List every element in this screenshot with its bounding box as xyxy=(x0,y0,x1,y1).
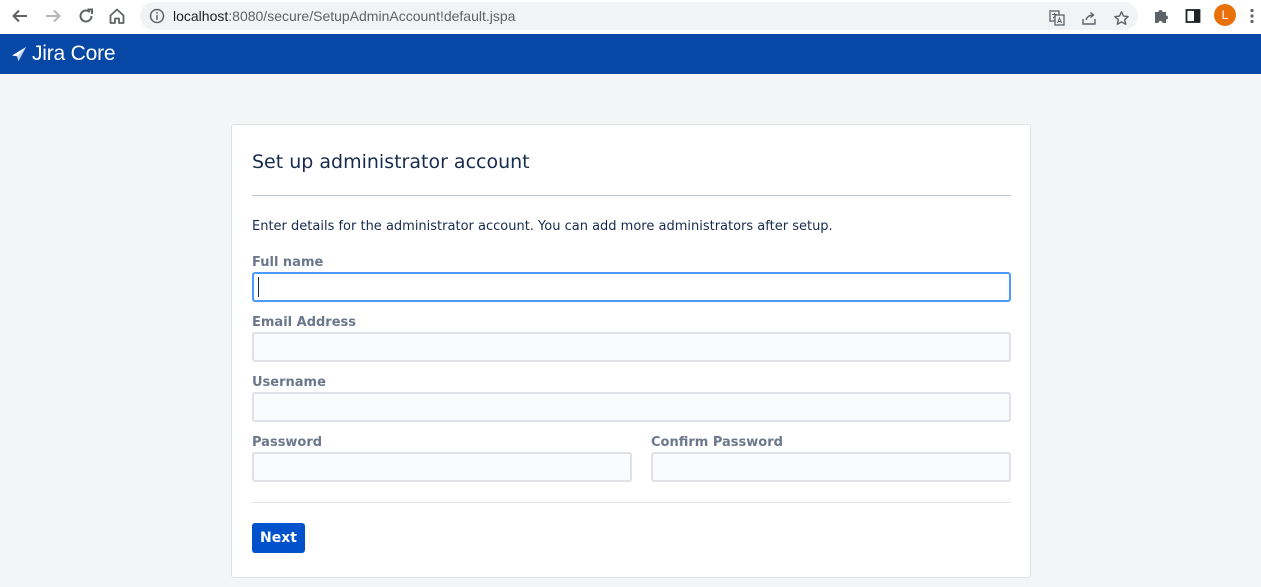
product-name[interactable]: Jira Core xyxy=(32,42,116,66)
browser-toolbar: localhost:8080/secure/SetupAdminAccount!… xyxy=(0,0,1261,34)
confirm-password-input[interactable] xyxy=(651,452,1011,482)
full-name-input[interactable] xyxy=(252,272,1011,302)
text-caret xyxy=(258,277,259,297)
arrow-right-icon xyxy=(46,9,61,23)
url-path: :8080/secure/SetupAdminAccount!default.j… xyxy=(228,8,516,24)
page-title: Set up administrator account xyxy=(252,151,530,173)
share-button[interactable] xyxy=(1078,7,1100,29)
star-icon xyxy=(1113,10,1129,25)
confirm-password-label: Confirm Password xyxy=(651,435,783,450)
back-button[interactable] xyxy=(9,5,31,27)
more-vertical-icon xyxy=(1250,8,1254,24)
password-label: Password xyxy=(252,435,323,450)
email-label: Email Address xyxy=(252,315,357,330)
jira-core-logo-icon xyxy=(12,47,26,61)
translate-icon xyxy=(1049,10,1065,26)
side-panel-icon xyxy=(1185,9,1201,23)
info-icon[interactable] xyxy=(149,8,165,24)
reload-icon xyxy=(79,8,93,23)
side-panel-button[interactable] xyxy=(1182,5,1204,27)
puzzle-icon xyxy=(1155,10,1168,23)
setup-admin-card: Set up administrator account Enter detai… xyxy=(231,124,1031,578)
full-name-label: Full name xyxy=(252,255,324,270)
browser-menu-button[interactable] xyxy=(1246,5,1258,27)
url-text[interactable]: localhost:8080/secure/SetupAdminAccount!… xyxy=(173,8,515,24)
address-bar[interactable]: localhost:8080/secure/SetupAdminAccount!… xyxy=(140,2,1138,30)
next-button[interactable]: Next xyxy=(252,523,305,553)
password-input[interactable] xyxy=(252,452,632,482)
reload-button[interactable] xyxy=(75,5,97,27)
home-icon xyxy=(109,8,125,24)
extensions-button[interactable] xyxy=(1150,5,1172,27)
forward-button[interactable] xyxy=(42,5,64,27)
intro-text: Enter details for the administrator acco… xyxy=(252,219,833,234)
email-input[interactable] xyxy=(252,332,1011,362)
username-label: Username xyxy=(252,375,326,390)
url-host: localhost xyxy=(173,8,229,24)
share-icon xyxy=(1082,11,1096,25)
arrow-left-icon xyxy=(12,9,27,23)
home-button[interactable] xyxy=(106,5,128,27)
divider xyxy=(252,195,1011,196)
username-input[interactable] xyxy=(252,392,1011,422)
profile-avatar[interactable]: L xyxy=(1214,4,1236,26)
divider xyxy=(252,502,1011,503)
app-header: Jira Core xyxy=(0,34,1261,74)
translate-button[interactable] xyxy=(1046,7,1068,29)
bookmark-button[interactable] xyxy=(1110,7,1132,29)
